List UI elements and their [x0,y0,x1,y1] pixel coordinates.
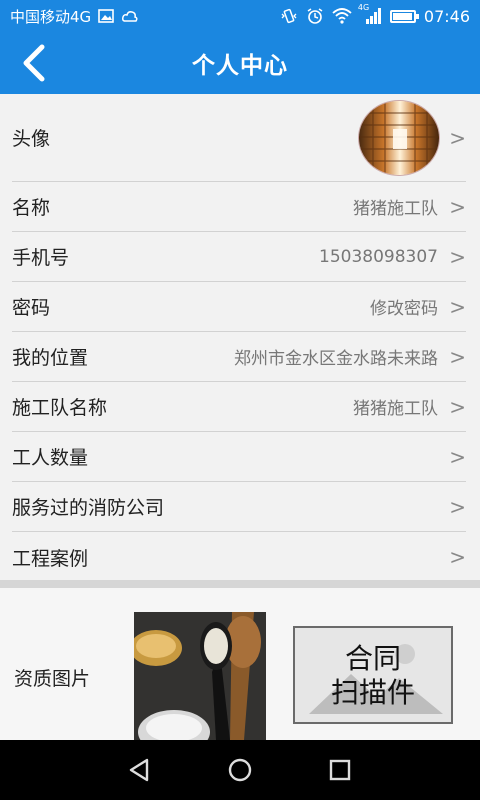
chevron-right-icon: > [449,125,466,150]
alarm-icon [306,7,324,25]
chevron-right-icon: > [449,394,466,419]
circle-home-icon [228,758,252,782]
chevron-left-icon [23,44,45,82]
project-cases-label: 工程案例 [12,547,89,570]
phone-row[interactable]: 手机号 15038098307 > [12,232,466,282]
wifi-icon [332,7,352,25]
worker-count-label: 工人数量 [12,447,89,469]
phone-value: 15038098307 [319,246,438,267]
contract-scan-placeholder[interactable]: 合同 扫描件 [293,626,453,724]
team-name-label: 施工队名称 [12,397,108,419]
location-label: 我的位置 [12,347,89,369]
signal-icon: 4G [358,3,382,25]
profile-list: 头像 > 名称 猪猪施工队 > 手机号 15038098307 > 密码 修改密… [0,94,480,582]
triangle-back-icon [129,758,149,782]
qualification-section: 资质图片 合同 扫描件 [0,588,480,740]
back-nav-button[interactable] [120,750,160,790]
home-nav-button[interactable] [220,750,260,790]
chevron-right-icon: > [449,244,466,269]
scan-line-2: 扫描件 [330,676,415,709]
app-header: 个人中心 [0,32,480,94]
chevron-right-icon: > [449,194,466,219]
clock-text: 07:46 [423,6,470,26]
password-label: 密码 [12,297,51,319]
name-label: 名称 [12,197,51,219]
chevron-right-icon: > [449,294,466,319]
avatar[interactable] [358,100,440,176]
project-cases-row[interactable]: 工程案例 > [12,532,466,582]
chevron-right-icon: > [449,545,466,569]
location-row[interactable]: 我的位置 郑州市金水区金水路未来路 > [12,332,466,382]
battery-icon [389,9,419,23]
battery-fill [392,12,412,20]
carrier-text: 中国移动4G [10,7,92,26]
qualification-label: 资质图片 [14,668,91,690]
scan-placeholder-text: 合同 扫描件 [295,642,451,710]
avatar-row[interactable]: 头像 > [12,94,466,182]
page-title: 个人中心 [192,53,288,79]
system-nav-bar [0,740,480,800]
password-value: 修改密码 [370,299,438,319]
served-companies-label: 服务过的消防公司 [12,497,165,519]
section-divider [0,580,480,588]
team-name-row[interactable]: 施工队名称 猪猪施工队 > [12,382,466,432]
recents-nav-button[interactable] [320,750,360,790]
square-recents-icon [329,759,351,781]
chevron-right-icon: > [449,444,466,469]
qualification-photo[interactable] [134,612,266,740]
served-companies-row[interactable]: 服务过的消防公司 > [12,482,466,532]
password-row[interactable]: 密码 修改密码 > [12,282,466,332]
worker-count-row[interactable]: 工人数量 > [12,432,466,482]
chevron-right-icon: > [449,344,466,369]
vibrate-icon [280,7,298,25]
location-value: 郑州市金水区金水路未来路 [234,349,438,369]
gallery-icon [97,7,115,25]
back-button[interactable] [8,38,58,88]
chevron-right-icon: > [449,494,466,519]
phone-label: 手机号 [12,247,70,269]
name-value: 猪猪施工队 [353,199,438,219]
name-row[interactable]: 名称 猪猪施工队 > [12,182,466,232]
network-type: 4G [357,3,370,12]
scan-line-1: 合同 [344,642,401,675]
avatar-label: 头像 [12,128,51,150]
team-name-value: 猪猪施工队 [353,399,438,419]
cloud-icon [121,7,139,25]
status-bar: 中国移动4G 4G 07:46 [0,0,480,32]
